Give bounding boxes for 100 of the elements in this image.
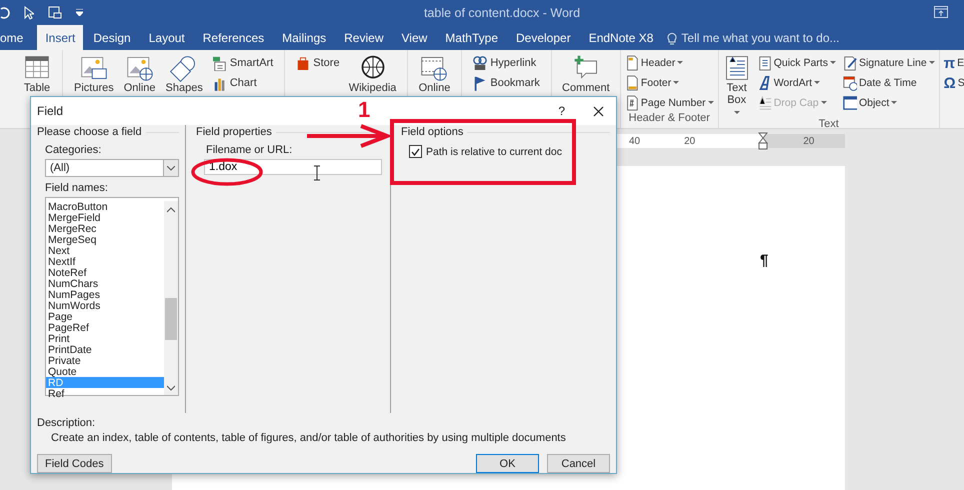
- description-text: Create an index, table of contents, table of figures, and/or table of authorities by using multiple documents: [50, 432, 567, 444]
- filename-field[interactable]: 1.dox: [204, 159, 382, 175]
- ribbon-tab[interactable]: Mailings: [274, 25, 334, 50]
- customize-icon[interactable]: [76, 9, 83, 16]
- list-item[interactable]: Next: [46, 245, 164, 256]
- list-item[interactable]: Print: [46, 333, 164, 344]
- ribbon-button[interactable]: Signature Line: [840, 54, 937, 72]
- chevron-up-icon[interactable]: [167, 207, 175, 213]
- ribbon-button[interactable]: Store: [294, 54, 342, 72]
- signature-icon: [842, 55, 857, 71]
- ribbon-tab[interactable]: Review: [336, 25, 392, 50]
- smartart-icon: [212, 55, 227, 71]
- list-item[interactable]: NumPages: [46, 289, 164, 300]
- ribbon-button[interactable]: Text Box: [720, 54, 753, 118]
- shopping-bag-icon: [296, 55, 310, 71]
- ribbon-tab[interactable]: Developer: [508, 25, 579, 50]
- ribbon-button[interactable]: WordArt: [756, 74, 838, 92]
- list-item[interactable]: NumChars: [46, 278, 164, 289]
- ribbon-button[interactable]: SmartArt: [210, 54, 276, 72]
- group-label: Text: [818, 118, 839, 130]
- field-label: Field names:: [45, 182, 109, 195]
- ribbon-tab[interactable]: ome: [0, 25, 32, 50]
- page-icon: [624, 55, 639, 71]
- ribbon-tab[interactable]: Design: [85, 25, 139, 50]
- group-label: Header & Footer: [628, 112, 710, 124]
- ribbon-button[interactable]: π E: [942, 54, 964, 72]
- list-item[interactable]: MacroButton: [46, 201, 164, 212]
- tell-me-text[interactable]: Tell me what you want to do...: [681, 30, 840, 44]
- text-cursor-icon: [313, 165, 321, 181]
- list-item[interactable]: NextIf: [46, 256, 164, 267]
- ribbon-button[interactable]: Object: [840, 94, 937, 112]
- scrollbar-thumb[interactable]: [165, 298, 177, 340]
- quick-parts-icon: [758, 55, 772, 71]
- section-heading: Field properties: [196, 126, 272, 138]
- ribbon-button[interactable]: Ω S: [942, 74, 964, 92]
- caret-icon: [814, 81, 820, 85]
- screen-icon[interactable]: [48, 6, 62, 20]
- video-globe-icon: [420, 54, 448, 82]
- chevron-down-icon[interactable]: [167, 385, 175, 391]
- wordart-icon: [758, 75, 772, 91]
- ribbon-display-icon[interactable]: [934, 6, 948, 18]
- caret-icon: [708, 101, 714, 105]
- flag-icon: [473, 75, 488, 91]
- ribbon-button[interactable]: Page Number: [622, 94, 716, 112]
- ribbon-tab[interactable]: View: [394, 25, 436, 50]
- chevron-down-icon: [167, 166, 175, 170]
- picture-globe-icon: [126, 54, 154, 82]
- pointer-icon[interactable]: [24, 6, 34, 20]
- ribbon-tab[interactable]: EndNote X8: [580, 25, 662, 50]
- list-item[interactable]: PrintDate: [46, 344, 164, 355]
- ribbon-tab[interactable]: Insert: [37, 25, 84, 50]
- caret-icon: [673, 81, 680, 85]
- caret-icon: [830, 61, 836, 65]
- list-item[interactable]: NumWords: [46, 300, 164, 311]
- ribbon-button[interactable]: Quick Parts: [756, 54, 838, 72]
- ribbon-button[interactable]: Bookmark: [471, 74, 542, 92]
- ribbon-tab[interactable]: References: [194, 25, 272, 50]
- redo-icon[interactable]: [0, 6, 10, 20]
- object-icon: [842, 95, 857, 111]
- ribbon-button[interactable]: Footer: [622, 74, 716, 92]
- check-icon: [411, 148, 420, 156]
- categories-dropdown[interactable]: (All): [45, 159, 179, 177]
- ribbon-button[interactable]: Header: [622, 54, 716, 72]
- ribbon-button[interactable]: Date & Time: [840, 74, 937, 92]
- caret-icon: [928, 61, 935, 65]
- path-relative-checkbox[interactable]: Path is relative to current doc: [409, 145, 562, 158]
- list-item[interactable]: Quote: [46, 366, 164, 377]
- list-item[interactable]: Ref: [46, 388, 164, 399]
- list-item[interactable]: PageRef: [46, 322, 164, 333]
- ribbon-button[interactable]: Chart: [210, 74, 276, 92]
- dialog-title: Field: [37, 104, 64, 118]
- list-item[interactable]: MergeField: [46, 212, 164, 223]
- list-item[interactable]: Page: [46, 311, 164, 322]
- description-label: Description:: [37, 417, 96, 429]
- ribbon-button[interactable]: Hyperlink: [471, 54, 542, 72]
- list-item[interactable]: MergeSeq: [46, 234, 164, 245]
- dialog-button[interactable]: OK: [476, 454, 539, 473]
- close-icon[interactable]: [593, 106, 604, 116]
- ribbon-tab[interactable]: MathType: [437, 25, 506, 50]
- caret-icon: [677, 61, 684, 65]
- ribbon-tab[interactable]: Layout: [140, 25, 193, 50]
- list-item[interactable]: NoteRef: [46, 267, 164, 278]
- paragraph-mark: ¶: [760, 252, 768, 269]
- dialog-button[interactable]: Field Codes: [37, 454, 112, 473]
- list-item[interactable]: Private: [46, 355, 164, 366]
- annotation-number: 1: [358, 97, 370, 123]
- ruler-number: 20: [803, 136, 814, 146]
- field-label: Filename or URL:: [206, 144, 294, 157]
- scrollbar[interactable]: [164, 201, 178, 395]
- ribbon-button[interactable]: Shapes: [164, 54, 205, 112]
- window-title: table of content.docx - Word: [422, 6, 580, 20]
- picture-icon: [80, 54, 108, 82]
- drop-cap-icon: [758, 95, 772, 111]
- field-label: Categories:: [45, 144, 102, 157]
- list-item[interactable]: MergeRec: [46, 223, 164, 234]
- indent-marker-icon[interactable]: [758, 132, 768, 150]
- help-button[interactable]: ?: [558, 104, 565, 118]
- link-icon: [473, 55, 488, 71]
- dialog-button[interactable]: Cancel: [547, 454, 610, 473]
- ruler-number: 20: [684, 136, 696, 146]
